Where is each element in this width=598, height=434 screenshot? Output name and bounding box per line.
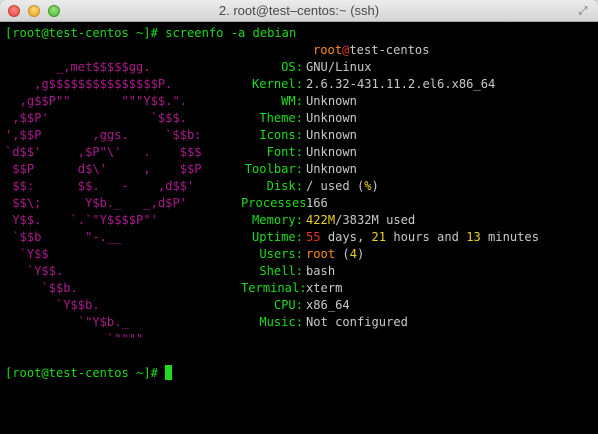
command-text: screenfo -a debian xyxy=(165,26,297,40)
info-line-music: `"Y$b._ Music: Not configured xyxy=(5,314,408,331)
info-value: Unknown xyxy=(306,94,357,108)
info-header-line: root@test-centos xyxy=(5,42,430,59)
uptime-days: 55 xyxy=(306,230,321,244)
info-label: OS: xyxy=(281,60,303,74)
info-label: Users: xyxy=(259,247,303,261)
info-label: Uptime: xyxy=(252,230,303,244)
logo-line: Y$$. `.`"Y$$$$P"' xyxy=(5,213,158,227)
info-line-processes: $$\; Y$b._ _,d$P' Processes: 166 xyxy=(5,195,328,212)
title-bar[interactable]: 2. root@test–centos:~ (ssh) ⤢ xyxy=(0,0,598,22)
logo-line: ',$$P ,ggs. `$$b: xyxy=(5,128,202,142)
info-label: Memory: xyxy=(252,213,303,227)
logo-line: `Y$$. xyxy=(5,264,64,278)
user-host: root@test-centos xyxy=(313,42,430,59)
info-value: x86_64 xyxy=(306,298,350,312)
memory-total: 3832M xyxy=(342,213,379,227)
logo-line: `$$b. xyxy=(5,281,78,295)
info-label: WM: xyxy=(281,94,303,108)
host-name: test-centos xyxy=(349,43,430,57)
logo-line: `"""" xyxy=(5,332,144,346)
info-label: Font: xyxy=(266,145,303,159)
logo-line: _,met$$$$$gg. xyxy=(5,60,151,74)
uptime-days-label: days, xyxy=(320,230,372,244)
info-value: bash xyxy=(306,264,336,278)
logo-line: `Y$$ xyxy=(5,247,49,261)
info-value: GNU/Linux xyxy=(306,60,372,74)
terminal-output: [root@test-centos ~]# screenfo -a debian… xyxy=(5,25,539,382)
info-line-cpu: `Y$$b. CPU: x86_64 xyxy=(5,297,350,314)
memory-used: 422M xyxy=(306,213,336,227)
prompt: [root@test-centos ~]# xyxy=(5,26,166,40)
info-label: CPU: xyxy=(273,298,303,312)
logo-line: ,g$$$$$$$$$$$$$$$P. xyxy=(5,77,173,91)
user-name: root xyxy=(313,43,343,57)
info-line-toolbar: $$P d$\' , $$P Toolbar: Unknown xyxy=(5,161,357,178)
logo-line: $$P d$\' , $$P xyxy=(5,162,202,176)
info-line-shell: `Y$$. Shell: bash xyxy=(5,263,335,280)
info-line-disk: $$: $$. - ,d$$' Disk: / used (%) xyxy=(5,178,379,195)
uptime-minutes-label: minutes xyxy=(480,230,539,244)
text-cursor xyxy=(165,365,173,380)
info-value: xterm xyxy=(306,281,343,295)
logo-line: `Y$$b. xyxy=(5,298,100,312)
logo-line: $$\; Y$b._ _,d$P' xyxy=(5,196,188,210)
info-line-uptime: `$$b "-.__ Uptime: 55 days, 21 hours and 1… xyxy=(5,229,539,246)
disk-suffix: ) xyxy=(371,179,379,193)
info-value: Unknown xyxy=(306,128,357,142)
window-title: 2. root@test–centos:~ (ssh) xyxy=(218,3,380,18)
terminal-window: 2. root@test–centos:~ (ssh) ⤢ [root@test… xyxy=(0,0,598,434)
info-label: Toolbar: xyxy=(244,162,303,176)
info-line-kernel: ,g$$$$$$$$$$$$$$$P. Kernel: 2.6.32-431.11.… xyxy=(5,76,495,93)
info-value: root (4) xyxy=(306,246,364,263)
info-value: 422M/3832M used xyxy=(306,212,415,229)
info-label: Processes: xyxy=(241,196,314,210)
info-value: 166 xyxy=(306,196,328,210)
info-label: Disk: xyxy=(266,179,303,193)
info-value: Unknown xyxy=(306,145,357,159)
users-paren-close: ) xyxy=(356,247,365,261)
info-label: Terminal: xyxy=(241,281,307,295)
info-value: Unknown xyxy=(306,162,357,176)
info-line-font: `d$$' ,$P"\' . $$$ Font: Unknown xyxy=(5,144,357,161)
info-line-icons: ',$$P ,ggs. `$$b: Icons: Unknown xyxy=(5,127,357,144)
info-line-memory: Y$$. `.`"Y$$$$P"' Memory: 422M/3832M used xyxy=(5,212,415,229)
info-line-os: _,met$$$$$gg. OS: GNU/Linux xyxy=(5,59,372,76)
logo-line: `$$b "-.__ xyxy=(5,230,122,244)
logo-line: `d$$' ,$P"\' . $$$ xyxy=(5,145,202,159)
uptime-minutes: 13 xyxy=(466,230,481,244)
users-name: root xyxy=(306,247,336,261)
info-label: Kernel: xyxy=(252,77,303,91)
prompt: [root@test-centos ~]# xyxy=(5,366,166,380)
command-line: [root@test-centos ~]# screenfo -a debian xyxy=(5,25,296,42)
fullscreen-icon[interactable]: ⤢ xyxy=(576,4,590,18)
logo-line: ,$$P' `$$$. xyxy=(5,111,188,125)
info-label: Music: xyxy=(259,315,303,329)
info-label: Theme: xyxy=(259,111,303,125)
info-value: 2.6.32-431.11.2.el6.x86_64 xyxy=(306,77,496,91)
disk-percent: % xyxy=(364,179,372,193)
users-paren-open: ( xyxy=(335,247,350,261)
uptime-hours-label: hours and xyxy=(386,230,467,244)
info-line-terminal: `$$b. Terminal: xterm xyxy=(5,280,342,297)
disk-prefix: / used ( xyxy=(306,179,365,193)
info-value: / used (%) xyxy=(306,178,379,195)
logo-line: $$: $$. - ,d$$' xyxy=(5,179,195,193)
info-value: Unknown xyxy=(306,111,357,125)
logo-line: `"Y$b._ xyxy=(5,315,129,329)
info-line-wm: ,g$$P"" """Y$$.". WM: Unknown xyxy=(5,93,357,110)
info-label: Shell: xyxy=(259,264,303,278)
memory-suffix: used xyxy=(378,213,416,227)
prompt-line[interactable]: [root@test-centos ~]# xyxy=(5,365,296,382)
info-line-theme: ,$$P' `$$$. Theme: Unknown xyxy=(5,110,357,127)
terminal-content[interactable]: [root@test-centos ~]# screenfo -a debian… xyxy=(0,22,598,434)
info-value: 55 days, 21 hours and 13 minutes xyxy=(306,229,539,246)
info-line-users: `Y$$ Users: root (4) xyxy=(5,246,365,263)
info-label: Icons: xyxy=(259,128,303,142)
logo-tail-line: `"""" xyxy=(5,331,296,348)
logo-line: ,g$$P"" """Y$$.". xyxy=(5,94,188,108)
uptime-hours: 21 xyxy=(371,230,387,244)
users-count: 4 xyxy=(349,247,357,261)
info-value: Not configured xyxy=(306,315,408,329)
